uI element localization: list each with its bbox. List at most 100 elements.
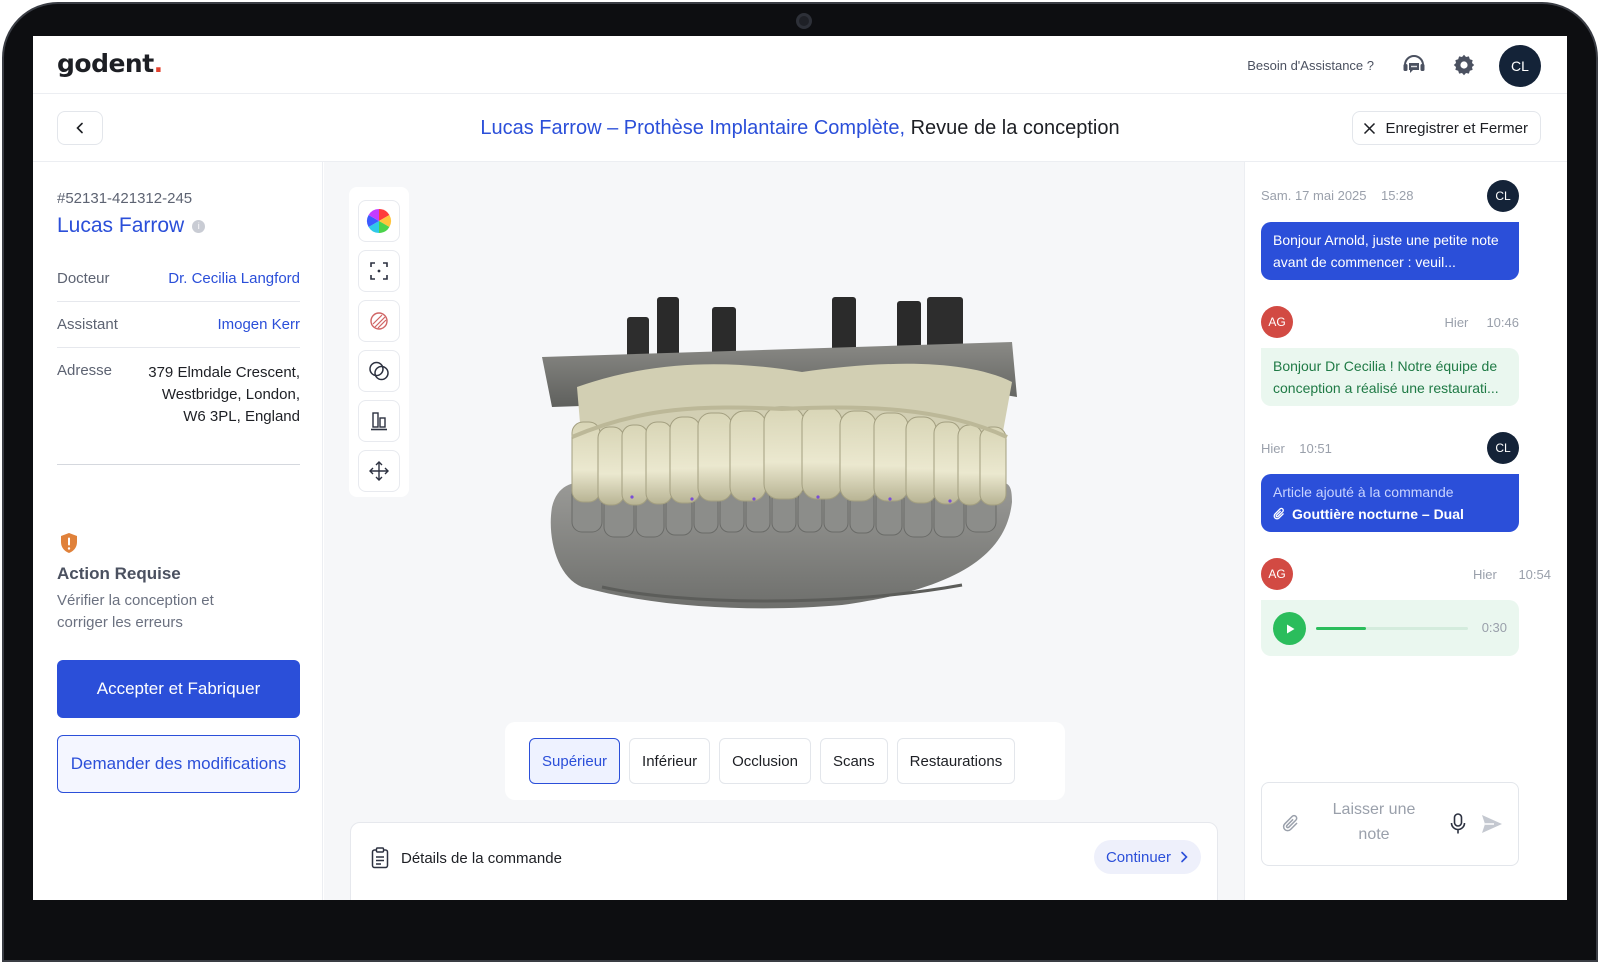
support-chat-button[interactable] [1399, 50, 1429, 80]
focus-button[interactable] [358, 250, 400, 292]
focus-frame-icon [370, 262, 388, 280]
address-value: 379 Elmdale Crescent, Westbridge, London… [148, 362, 300, 428]
top-bar: godent. Besoin d'Assistance ? CL [33, 36, 1567, 94]
support-chat-icon [1403, 55, 1425, 73]
info-row-assistant: Assistant Imogen Kerr [57, 302, 300, 348]
doctor-value[interactable]: Dr. Cecilia Langford [168, 270, 300, 287]
tab-occlusion[interactable]: Occlusion [719, 738, 811, 784]
dental-3d-model[interactable] [542, 287, 1062, 617]
microphone-icon[interactable] [1448, 812, 1468, 836]
avatar: CL [1487, 432, 1519, 464]
message-meta: Sam. 17 mai 2025 15:28 [1261, 188, 1414, 203]
title-bar: Lucas Farrow – Prothèse Implantaire Comp… [33, 94, 1567, 162]
save-close-label: Enregistrer et Fermer [1385, 119, 1528, 137]
chat-panel: Sam. 17 mai 2025 15:28 CL Bonjour Arnold… [1244, 162, 1567, 900]
viewer-toolbar [349, 187, 409, 497]
tab-superieur[interactable]: Supérieur [529, 738, 621, 784]
message-time: 15:28 [1380, 188, 1414, 203]
request-changes-button[interactable]: Demander des modifications [57, 735, 300, 793]
attachment-name: Gouttière nocturne – Dual [1292, 506, 1464, 522]
overlap-button[interactable] [358, 350, 400, 392]
avatar: AG [1261, 558, 1293, 590]
warning-shield-icon [59, 532, 79, 559]
align-bottom-icon [371, 412, 387, 431]
info-icon[interactable]: i [192, 219, 206, 233]
tab-restaurations[interactable]: Restaurations [896, 738, 1016, 784]
continue-label: Continuer [1105, 848, 1171, 866]
paperclip-icon [1273, 507, 1284, 520]
hatch-view-button[interactable] [358, 300, 400, 342]
message-date: Hier [1261, 441, 1285, 456]
patient-info-table: Docteur Dr. Cecilia Langford Assistant I… [57, 256, 300, 465]
message-meta: Hier 10:51 [1261, 441, 1332, 456]
avatar: CL [1487, 180, 1519, 212]
move-arrows-icon [369, 461, 389, 481]
audio-duration: 0:30 [1481, 620, 1507, 635]
page-title: Lucas Farrow – Prothèse Implantaire Comp… [33, 117, 1567, 140]
audio-track[interactable] [1316, 627, 1468, 630]
message-date: Hier [1444, 315, 1469, 330]
logo[interactable]: godent. [57, 49, 163, 78]
doctor-label: Docteur [57, 270, 110, 287]
send-icon[interactable] [1480, 813, 1504, 835]
user-avatar[interactable]: CL [1499, 45, 1541, 87]
address-line: 379 Elmdale Crescent, [148, 364, 300, 381]
chat-message[interactable]: Bonjour Arnold, juste une petite note av… [1261, 222, 1519, 280]
gear-icon [1453, 54, 1475, 76]
order-id: #52131-421312-245 [57, 190, 193, 207]
move-button[interactable] [358, 450, 400, 492]
note-placeholder: Laisser une note [1332, 801, 1416, 843]
device-frame: godent. Besoin d'Assistance ? CL Lucas F… [0, 0, 1600, 962]
overlap-circles-icon [369, 361, 389, 381]
order-details-card: Détails de la commande Continuer [350, 822, 1218, 900]
action-title: Action Requise [57, 564, 181, 583]
play-button[interactable] [1273, 612, 1306, 645]
note-input[interactable]: Laisser une note [1261, 782, 1519, 866]
play-icon [1286, 624, 1294, 633]
camera [796, 13, 812, 29]
patient-panel: #52131-421312-245 Lucas Farrow i Docteur… [33, 162, 323, 900]
message-time: 10:54 [1518, 567, 1551, 582]
close-icon [1364, 122, 1376, 134]
message-time: 10:51 [1299, 441, 1332, 456]
clipboard-icon [371, 847, 389, 869]
order-details-header: Détails de la commande [371, 847, 562, 869]
save-close-button[interactable]: Enregistrer et Fermer [1352, 111, 1541, 145]
tab-inferieur[interactable]: Inférieur [629, 738, 711, 784]
message-time: 10:46 [1486, 315, 1519, 330]
color-wheel-icon [366, 209, 392, 233]
attachment-caption: Article ajouté à la commande [1273, 484, 1454, 500]
action-description: Vérifier la conception et corriger les e… [57, 592, 214, 631]
align-button[interactable] [358, 400, 400, 442]
chat-message[interactable]: Bonjour Dr Cecilia ! Notre équipe de con… [1261, 348, 1519, 406]
model-viewer: Supérieur Inférieur Occlusion Scans Rest… [324, 162, 1244, 900]
message-date: Sam. 17 mai 2025 [1261, 188, 1367, 203]
address-label: Adresse [57, 362, 113, 379]
accept-fabricate-button[interactable]: Accepter et Fabriquer [57, 660, 300, 718]
logo-dot: . [153, 49, 164, 78]
logo-text: godent [57, 49, 154, 78]
app-screen: godent. Besoin d'Assistance ? CL Lucas F… [33, 36, 1567, 900]
hatch-circle-icon [370, 312, 388, 330]
audio-message: 0:30 [1261, 600, 1519, 656]
patient-name: Lucas Farrow i [57, 214, 206, 238]
paperclip-icon[interactable] [1280, 813, 1302, 835]
page-title-patient: Lucas Farrow – Prothèse Implantaire Comp… [480, 117, 906, 139]
continue-button[interactable]: Continuer [1093, 840, 1201, 874]
settings-button[interactable] [1449, 50, 1479, 80]
message-meta: Hier 10:54 [1473, 567, 1551, 582]
chevron-right-icon [1181, 851, 1188, 863]
help-link[interactable]: Besoin d'Assistance ? [1247, 58, 1374, 73]
address-line: W6 3PL, England [183, 408, 300, 425]
attachment-item[interactable]: Gouttière nocturne – Dual [1273, 503, 1507, 525]
tab-scans[interactable]: Scans [819, 738, 888, 784]
view-tabs: Supérieur Inférieur Occlusion Scans Rest… [505, 722, 1065, 800]
address-line: Westbridge, London, [161, 386, 300, 403]
audio-progress [1316, 627, 1367, 630]
assistant-value[interactable]: Imogen Kerr [217, 316, 300, 333]
color-wheel-button[interactable] [358, 200, 400, 242]
chat-attachment-message[interactable]: Article ajouté à la commande Gouttière n… [1261, 474, 1519, 532]
message-meta: Hier 10:46 [1445, 315, 1519, 330]
patient-name-text[interactable]: Lucas Farrow [57, 214, 184, 238]
info-row-address: Adresse 379 Elmdale Crescent, Westbridge… [57, 348, 300, 465]
